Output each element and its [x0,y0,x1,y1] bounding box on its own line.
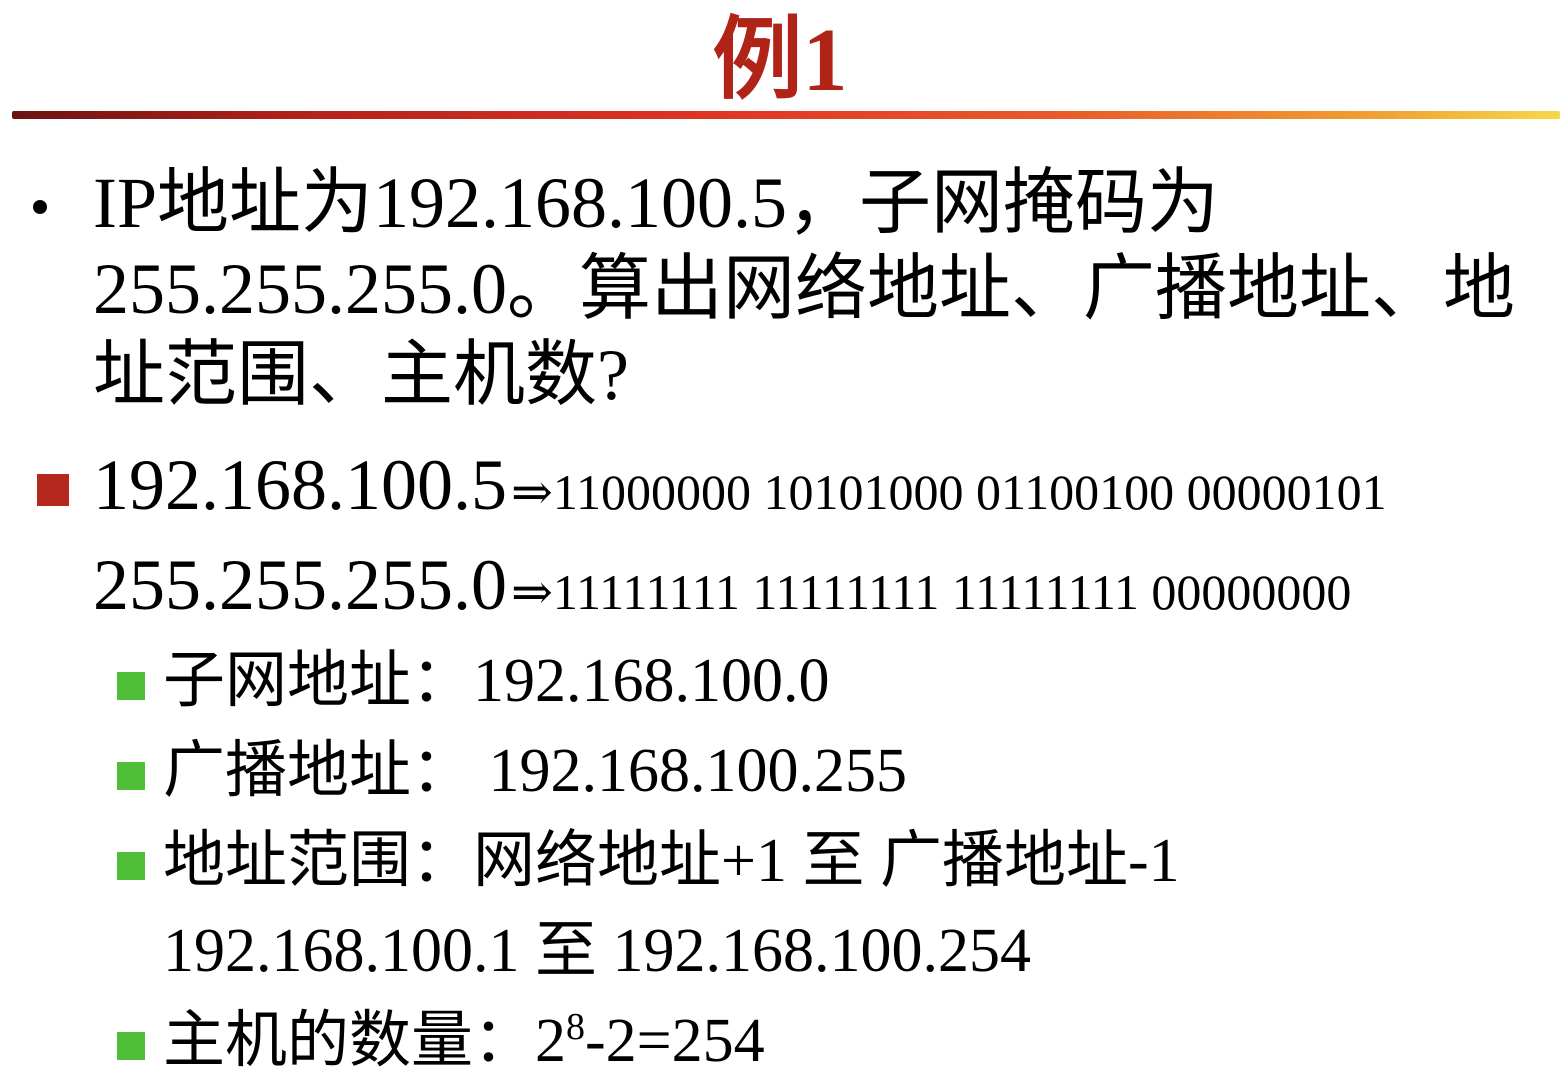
host-count: 主机的数量：28-2=254 [163,1003,765,1087]
host-count-exponent: 8 [566,1006,586,1048]
mask-binary-value: ⇒11111111 11111111 11111111 00000000 [511,564,1352,620]
mask-binary-row: 255.255.255.0 ⇒11111111 11111111 1111111… [93,540,1351,650]
subnet-address: 子网地址：192.168.100.0 [163,647,830,715]
host-count-label: 主机的数量：2 [163,1007,567,1075]
subnet-mask: 255.255.255.0 [93,545,507,625]
question-line-2: 255.255.255.0。算出网络地址、广播地址、地 [93,249,1516,329]
slide-title: 例1 [712,11,848,110]
ip-binary-row: 192.168.100.5 ⇒11000000 10101000 0110010… [93,440,1387,550]
green-bullet [117,1032,145,1060]
address-range-values: 192.168.100.1 至 192.168.100.254 [163,917,1031,985]
ip-binary-value: ⇒11000000 10101000 01100100 00000101 [511,464,1387,520]
green-bullet [117,852,145,880]
green-bullet [117,672,145,700]
address-range: 地址范围：网络地址+1 至 广播地址-1 [163,827,1180,895]
red-bullet [37,474,69,506]
ip-address: 192.168.100.5 [93,445,507,525]
host-count-result: -2=254 [585,1007,765,1075]
question-line-3: 址范围、主机数? [93,335,629,415]
question-line-1: IP地址为192.168.100.5，子网掩码为 [93,163,1220,243]
bullet-dot [33,200,47,214]
green-bullet [117,762,145,790]
broadcast-address: 广播地址： 192.168.100.255 [163,737,908,805]
title-divider [12,111,1560,119]
